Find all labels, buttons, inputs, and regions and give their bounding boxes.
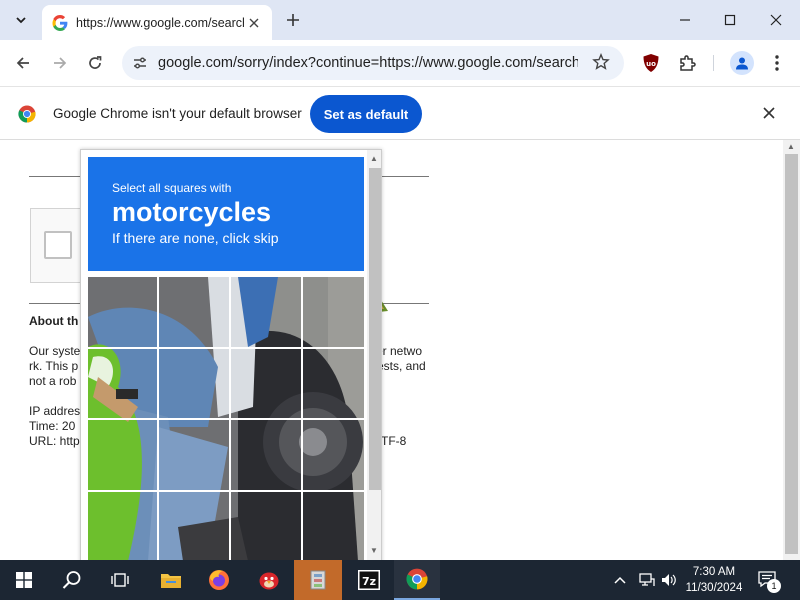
paragraph-line-3: not a rob [29, 374, 77, 388]
scroll-down-arrow-icon[interactable]: ▼ [370, 546, 378, 555]
set-as-default-button[interactable]: Set as default [310, 95, 422, 133]
url-label-tail: TF-8 [381, 434, 407, 448]
archive-icon [310, 570, 326, 590]
scroll-up-arrow-icon[interactable]: ▲ [370, 154, 378, 163]
infobar-close-button[interactable] [763, 104, 775, 124]
toolbar-divider [713, 55, 714, 71]
windows-taskbar: 7z 7:30 AM 11/30/2024 1 [0, 560, 800, 600]
google-icon [52, 14, 68, 31]
paragraph-line-1: Our syste [29, 344, 81, 358]
minimize-button[interactable] [662, 0, 708, 40]
captcha-challenge: Select all squares with motorcycles If t… [80, 149, 382, 565]
scroll-up-arrow-icon[interactable]: ▲ [787, 142, 795, 151]
maximize-icon [724, 14, 736, 26]
task-view-button[interactable] [96, 560, 144, 600]
minimize-icon [680, 19, 690, 21]
captcha-instruction: Select all squares with [112, 181, 232, 195]
reload-button[interactable] [81, 49, 109, 77]
tab-title: https://www.google.com/search [76, 15, 244, 30]
folder-icon [161, 574, 181, 588]
paragraph-line-2-tail: ests, and [377, 359, 426, 373]
captcha-skip-hint: If there are none, click skip [112, 230, 279, 246]
back-button[interactable] [9, 49, 37, 77]
7zip-button[interactable]: 7z [346, 560, 392, 600]
captcha-target-word: motorcycles [112, 197, 272, 227]
taskbar-search-button[interactable] [48, 560, 96, 600]
about-heading: About th [29, 314, 79, 328]
page-scrollbar-thumb[interactable] [785, 154, 798, 554]
captcha-header: Select all squares with motorcycles If t… [88, 157, 364, 271]
browser-toolbar: google.com/sorry/index?continue=https://… [0, 40, 800, 86]
firefox-icon [209, 570, 229, 590]
time-label: Time: 20 [29, 419, 76, 433]
chrome-logo-icon [18, 105, 36, 123]
captcha-scrollbar[interactable]: ▲ ▼ [367, 150, 381, 564]
clock-time: 7:30 AM [692, 566, 736, 578]
close-icon [249, 18, 259, 27]
forward-button[interactable] [46, 49, 74, 77]
close-window-button[interactable] [753, 0, 799, 40]
tab-search-button[interactable] [8, 8, 34, 32]
volume-button[interactable] [661, 560, 677, 600]
profile-button[interactable] [730, 51, 754, 75]
7zip-icon: 7z [358, 570, 380, 590]
chevron-down-icon [16, 17, 26, 24]
notification-center-button[interactable]: 1 [758, 560, 781, 600]
chevron-up-icon [614, 576, 626, 584]
chrome-taskbar-button[interactable] [394, 560, 440, 600]
recaptcha-checkbox[interactable] [44, 231, 72, 259]
file-explorer-button[interactable] [148, 560, 194, 600]
network-icon [639, 573, 655, 586]
captcha-motorcycle-photo [88, 277, 364, 561]
speaker-icon [662, 574, 676, 586]
ublock-shield-icon: uo [643, 54, 659, 72]
close-icon [770, 14, 782, 26]
title-bar: https://www.google.com/search [0, 0, 800, 40]
angry-birds-button[interactable] [246, 560, 292, 600]
start-button[interactable] [0, 560, 48, 600]
url-text[interactable]: google.com/sorry/index?continue=https://… [158, 55, 578, 71]
arrow-left-icon [16, 57, 29, 69]
taskbar-clock[interactable]: 7:30 AM 11/30/2024 [678, 564, 750, 596]
show-hidden-icons-button[interactable] [614, 560, 626, 600]
ublock-extension-button[interactable]: uo [640, 52, 662, 74]
captcha-image-grid [88, 277, 364, 561]
url-label: URL: http [29, 434, 80, 448]
notification-count-badge: 1 [767, 579, 781, 593]
site-settings-icon[interactable] [132, 55, 148, 71]
paragraph-line-2: rk. This p [29, 359, 79, 373]
clock-date: 11/30/2024 [685, 582, 743, 594]
plus-icon [287, 14, 299, 26]
ip-address-label: IP addres [29, 404, 81, 418]
menu-button[interactable] [766, 52, 788, 74]
windows-logo-icon [16, 572, 32, 588]
captcha-scrollbar-thumb[interactable] [369, 168, 381, 490]
reload-icon [89, 56, 102, 69]
address-bar[interactable]: google.com/sorry/index?continue=https://… [122, 46, 624, 80]
paragraph-line-1-tail: er netwo [376, 344, 423, 358]
search-icon [62, 571, 81, 589]
task-view-icon [111, 573, 129, 587]
kebab-menu-icon [775, 55, 779, 71]
default-browser-infobar: Google Chrome isn't your default browser… [0, 86, 800, 140]
infobar-message: Google Chrome isn't your default browser [53, 106, 302, 121]
extensions-button[interactable] [676, 52, 698, 74]
puzzle-icon [680, 55, 696, 71]
svg-text:7z: 7z [362, 575, 376, 588]
page-scrollbar[interactable]: ▲ [783, 140, 800, 560]
new-tab-button[interactable] [282, 9, 304, 31]
tab-close-button[interactable] [244, 13, 264, 33]
arrow-right-icon [54, 57, 67, 69]
svg-text:uo: uo [646, 60, 656, 68]
network-button[interactable] [639, 560, 655, 600]
browser-tab[interactable]: https://www.google.com/search [42, 5, 272, 40]
archive-app-button[interactable] [294, 560, 342, 600]
firefox-button[interactable] [196, 560, 242, 600]
angry-birds-icon [259, 572, 279, 590]
bookmark-star-icon[interactable] [592, 53, 610, 71]
person-icon [736, 57, 748, 70]
close-icon [763, 107, 775, 119]
maximize-button[interactable] [707, 0, 753, 40]
chrome-icon [406, 568, 428, 590]
